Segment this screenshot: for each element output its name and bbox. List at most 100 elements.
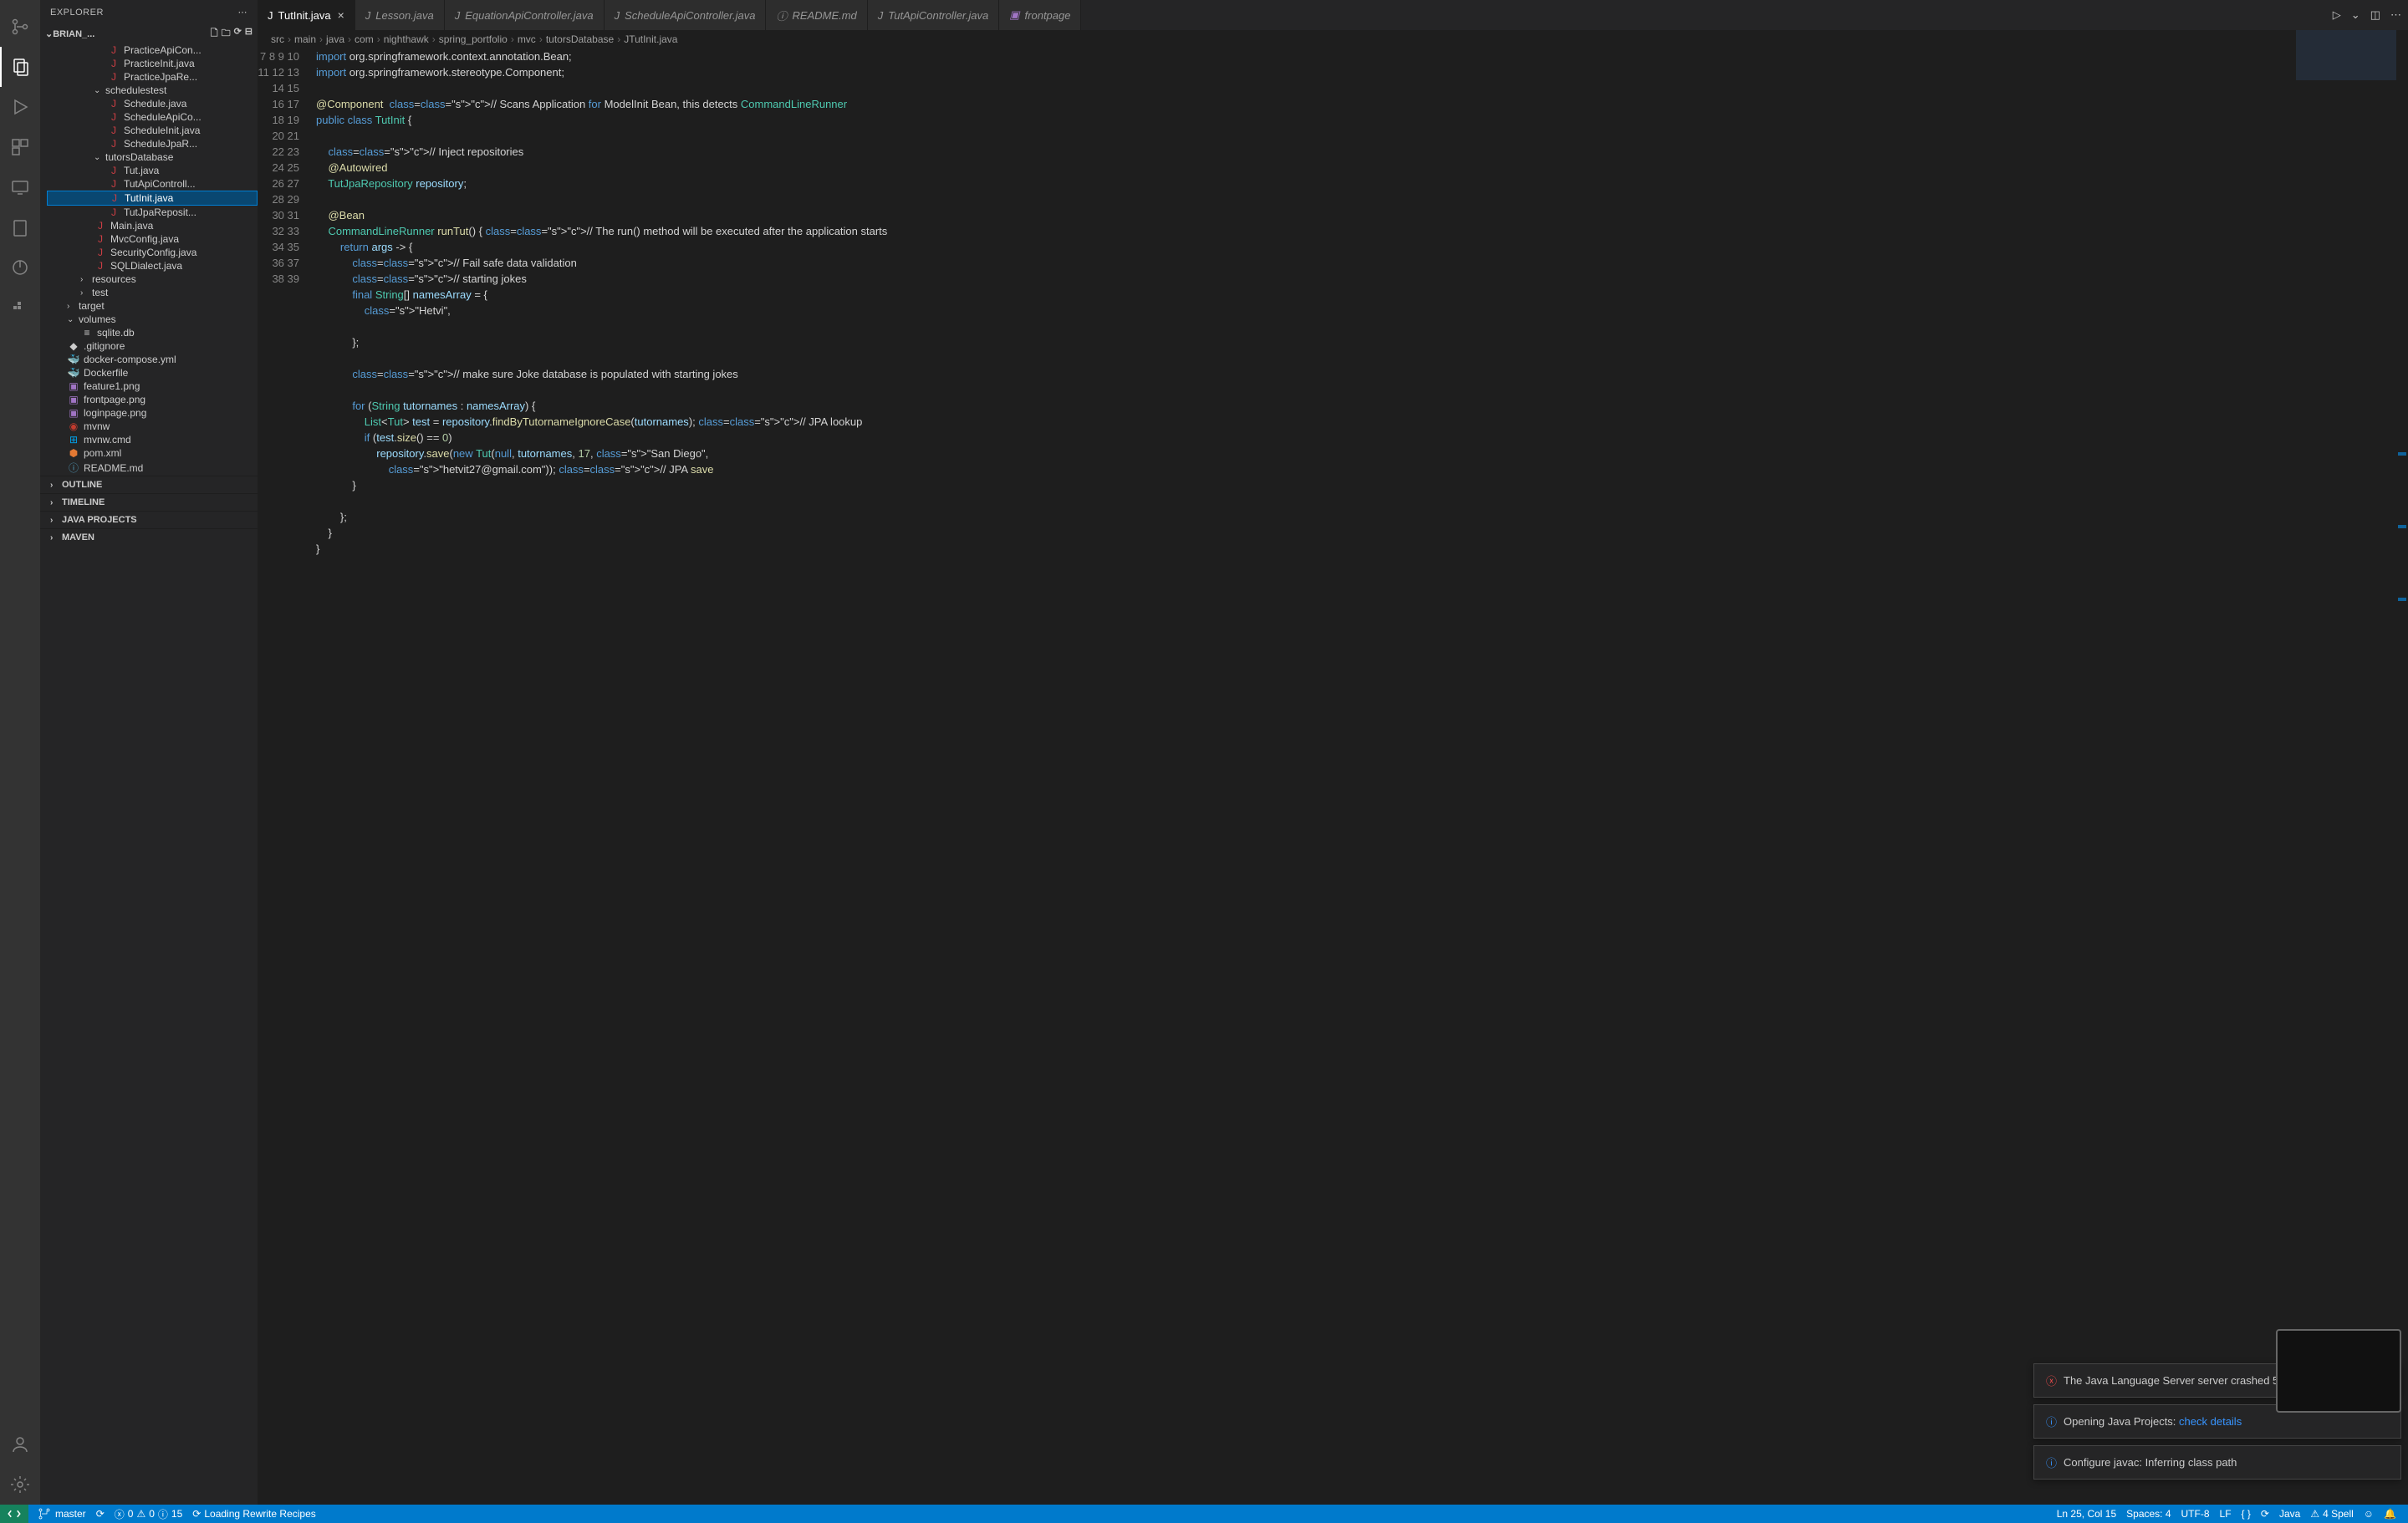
panel-outline[interactable]: ›OUTLINE — [40, 476, 258, 493]
tab-frontpage[interactable]: ▣frontpage — [999, 0, 1081, 30]
encoding[interactable]: UTF-8 — [2176, 1508, 2215, 1520]
breadcrumb-item[interactable]: mvc — [518, 33, 536, 45]
explorer-icon[interactable] — [0, 47, 40, 87]
editor[interactable]: 7 8 9 10 11 12 13 14 15 16 17 18 19 20 2… — [258, 48, 2408, 1505]
file-Dockerfile[interactable]: 🐳Dockerfile — [47, 366, 258, 379]
bell-icon[interactable]: 🔔 — [2379, 1508, 2401, 1520]
folder-volumes[interactable]: ⌄volumes — [47, 313, 258, 326]
java-status-icon[interactable]: ⟳ — [2256, 1508, 2274, 1520]
cursor-position[interactable]: Ln 25, Col 15 — [2052, 1508, 2121, 1520]
docker-icon[interactable] — [0, 288, 40, 328]
loading-status[interactable]: ⟳ Loading Rewrite Recipes — [187, 1508, 320, 1520]
sync-icon[interactable]: ⟳ — [91, 1508, 110, 1520]
breadcrumb-item[interactable]: java — [326, 33, 344, 45]
chevron-down-icon: ⌄ — [45, 28, 53, 39]
run-dropdown-icon[interactable]: ⌄ — [2351, 8, 2360, 22]
folder-target[interactable]: ›target — [47, 299, 258, 313]
feedback-icon[interactable]: ☺ — [2359, 1508, 2379, 1520]
tab-Lesson.java[interactable]: JLesson.java — [355, 0, 445, 30]
source-control-icon[interactable] — [0, 7, 40, 47]
problems[interactable]: ⓧ 0 ⚠ 0 ⓘ 15 — [110, 1507, 188, 1521]
tab-ScheduleApiController.java[interactable]: JScheduleApiController.java — [605, 0, 767, 30]
eol[interactable]: LF — [2215, 1508, 2237, 1520]
refresh-icon[interactable]: ⟳ — [234, 26, 242, 42]
picture-in-picture[interactable] — [2276, 1329, 2401, 1413]
breadcrumb-item[interactable]: spring_portfolio — [439, 33, 508, 45]
settings-icon[interactable] — [0, 1464, 40, 1505]
tab-TutInit.java[interactable]: JTutInit.java× — [258, 0, 355, 30]
breadcrumb-item[interactable]: TutInit.java — [629, 33, 677, 45]
file-SQLDialect.java[interactable]: JSQLDialect.java — [47, 259, 258, 273]
file-PracticeJpaRe...[interactable]: JPracticeJpaRe... — [47, 70, 258, 84]
run-debug-icon[interactable] — [0, 87, 40, 127]
file-ScheduleApiCo...[interactable]: JScheduleApiCo... — [47, 110, 258, 124]
indent[interactable]: Spaces: 4 — [2121, 1508, 2176, 1520]
bookmark-icon[interactable] — [0, 207, 40, 247]
file-mvnw[interactable]: ◉mvnw — [47, 420, 258, 433]
file-TutInit.java[interactable]: JTutInit.java — [47, 191, 258, 206]
split-icon[interactable]: ◫ — [2370, 8, 2380, 22]
file-ScheduleInit.java[interactable]: JScheduleInit.java — [47, 124, 258, 137]
more-icon[interactable]: ⋯ — [2390, 8, 2401, 22]
new-folder-icon[interactable]: 🗀 — [222, 26, 231, 42]
breadcrumb-sep: › — [539, 33, 543, 45]
remote-icon[interactable] — [0, 167, 40, 207]
file-SecurityConfig.java[interactable]: JSecurityConfig.java — [47, 246, 258, 259]
file-loginpage.png[interactable]: ▣loginpage.png — [47, 406, 258, 420]
breadcrumb-item[interactable]: main — [294, 33, 316, 45]
new-file-icon[interactable]: 🗋 — [211, 26, 218, 42]
remote-indicator[interactable] — [0, 1505, 28, 1523]
file-MvcConfig.java[interactable]: JMvcConfig.java — [47, 232, 258, 246]
breadcrumb-item[interactable]: nighthawk — [384, 33, 429, 45]
panel-maven[interactable]: ›MAVEN — [40, 528, 258, 546]
close-icon[interactable]: × — [338, 8, 344, 22]
file-PracticeInit.java[interactable]: JPracticeInit.java — [47, 57, 258, 70]
tab-README.md[interactable]: ⓘREADME.md — [766, 0, 867, 30]
power-icon[interactable] — [0, 247, 40, 288]
file-docker-compose.yml[interactable]: 🐳docker-compose.yml — [47, 353, 258, 366]
workspace-header[interactable]: ⌄ BRIAN_... 🗋 🗀 ⟳ ⊟ — [40, 24, 258, 43]
file-Tut.java[interactable]: JTut.java — [47, 164, 258, 177]
overview-ruler[interactable] — [2396, 30, 2408, 1486]
tab-EquationApiController.java[interactable]: JEquationApiController.java — [445, 0, 605, 30]
folder-test[interactable]: ›test — [47, 286, 258, 299]
file-mvnw.cmd[interactable]: ⊞mvnw.cmd — [47, 433, 258, 446]
folder-tutorsDatabase[interactable]: ⌄tutorsDatabase — [47, 150, 258, 164]
collapse-icon[interactable]: ⊟ — [245, 26, 253, 42]
tree-label: loginpage.png — [84, 407, 146, 419]
more-icon[interactable]: ⋯ — [238, 7, 248, 18]
file-Main.java[interactable]: JMain.java — [47, 219, 258, 232]
code-content[interactable]: import org.springframework.context.annot… — [316, 48, 2408, 1505]
file-feature1.png[interactable]: ▣feature1.png — [47, 379, 258, 393]
tree-label: resources — [92, 273, 136, 285]
breadcrumb[interactable]: src›main›java›com›nighthawk›spring_portf… — [258, 30, 2408, 48]
account-icon[interactable] — [0, 1424, 40, 1464]
folder-resources[interactable]: ›resources — [47, 273, 258, 286]
tab-TutApiController.java[interactable]: JTutApiController.java — [868, 0, 999, 30]
file-frontpage.png[interactable]: ▣frontpage.png — [47, 393, 258, 406]
breadcrumb-item[interactable]: tutorsDatabase — [546, 33, 614, 45]
git-branch[interactable]: master — [32, 1506, 91, 1521]
panel-timeline[interactable]: ›TIMELINE — [40, 493, 258, 511]
file-TutApiControll...[interactable]: JTutApiControll... — [47, 177, 258, 191]
file-TutJpaReposit...[interactable]: JTutJpaReposit... — [47, 206, 258, 219]
file-ScheduleJpaR...[interactable]: JScheduleJpaR... — [47, 137, 258, 150]
notification-link[interactable]: check details — [2179, 1415, 2242, 1428]
run-icon[interactable]: ▷ — [2333, 8, 2341, 22]
file-.gitignore[interactable]: ◆.gitignore — [47, 339, 258, 353]
notification[interactable]: ⓘConfigure javac: Inferring class path — [2033, 1445, 2401, 1480]
file-sqlite.db[interactable]: ≡sqlite.db — [47, 326, 258, 339]
extensions-icon[interactable] — [0, 127, 40, 167]
minimap[interactable] — [2296, 30, 2396, 197]
spell[interactable]: ⚠ 4 Spell — [2305, 1508, 2358, 1520]
bracket-icon[interactable]: { } — [2237, 1508, 2256, 1520]
folder-schedulestest[interactable]: ⌄schedulestest — [47, 84, 258, 97]
file-pom.xml[interactable]: ⬢pom.xml — [47, 446, 258, 460]
breadcrumb-item[interactable]: com — [355, 33, 374, 45]
panel-java-projects[interactable]: ›JAVA PROJECTS — [40, 511, 258, 528]
breadcrumb-item[interactable]: src — [271, 33, 284, 45]
file-README.md[interactable]: ⓘREADME.md — [47, 460, 258, 476]
language-mode[interactable]: Java — [2274, 1508, 2305, 1520]
file-Schedule.java[interactable]: JSchedule.java — [47, 97, 258, 110]
file-PracticeApiCon...[interactable]: JPracticeApiCon... — [47, 43, 258, 57]
